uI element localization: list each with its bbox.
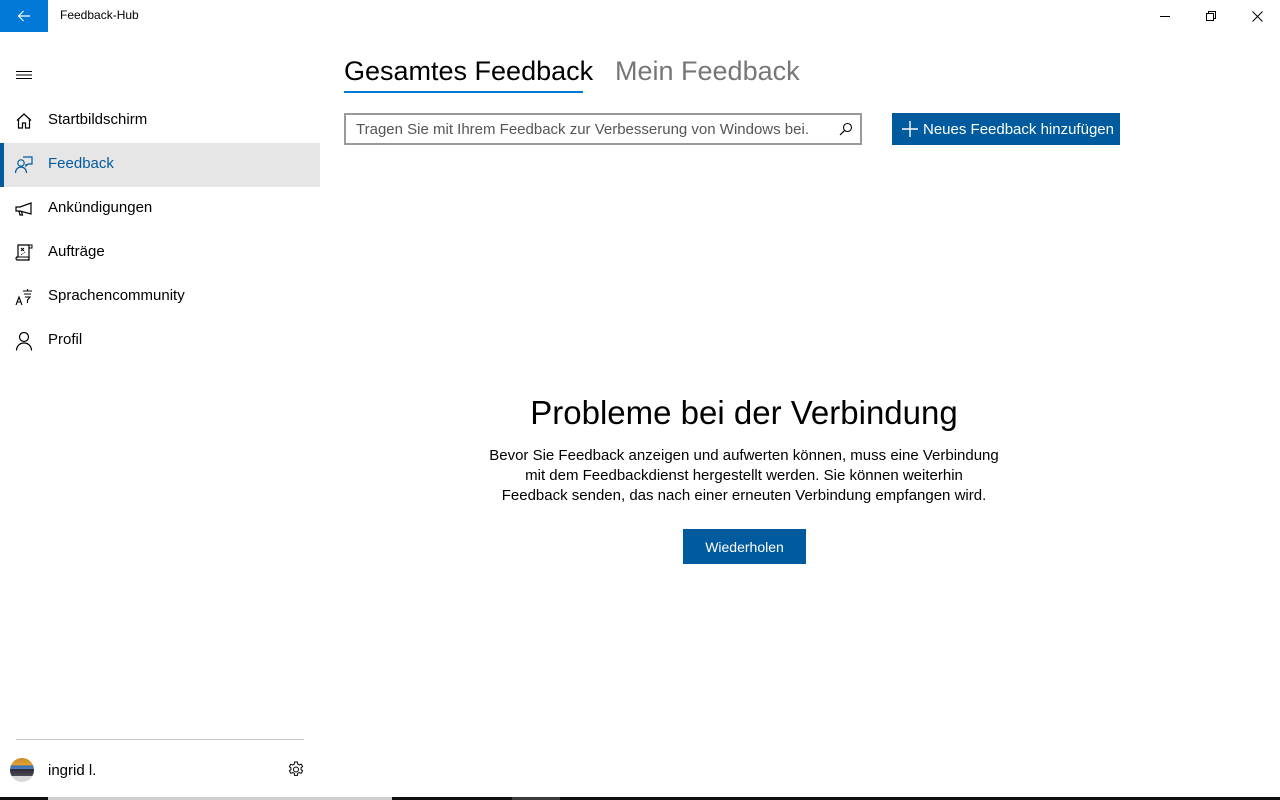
sidebar-item-label: Profil [48, 331, 83, 348]
sidebar-item-label: Feedback [48, 155, 114, 172]
person-icon [14, 331, 34, 351]
home-icon [14, 111, 34, 131]
selected-tab-indicator [344, 91, 583, 93]
title-bar: Feedback-Hub [0, 0, 1280, 32]
sidebar-item-label: Ankündigungen [48, 199, 153, 216]
error-message-line: Bevor Sie Feedback anzeigen und aufwerte… [489, 447, 999, 464]
sidebar-item-startbildschirm[interactable]: Startbildschirm [0, 99, 320, 143]
feedback-icon [14, 155, 34, 175]
retry-button[interactable]: Wiederholen [683, 529, 806, 564]
connection-error-title: Probleme bei der Verbindung [530, 394, 958, 431]
language-icon [14, 287, 34, 307]
tab-mein-feedback[interactable]: Mein Feedback [615, 56, 800, 87]
plus-icon [902, 121, 918, 137]
user-name: ingrid l. [48, 762, 97, 779]
sidebar-item-sprachencommunity[interactable]: Sprachencommunity [0, 275, 320, 319]
sidebar-item-label: Sprachencommunity [48, 287, 185, 304]
error-message-line: mit dem Feedbackdienst hergestellt werde… [525, 467, 963, 484]
add-new-feedback-button[interactable]: Neues Feedback hinzufügen [892, 113, 1120, 145]
close-icon [1251, 10, 1263, 22]
tab-gesamtes-feedback[interactable]: Gesamtes Feedback [344, 56, 593, 87]
avatar [10, 758, 34, 782]
error-message-line: Feedback senden, das nach einer erneuten… [501, 487, 987, 504]
quests-icon [14, 243, 34, 263]
megaphone-icon [14, 199, 34, 219]
back-button[interactable] [0, 0, 48, 32]
sidebar-item-label: Aufträge [48, 243, 105, 260]
sidebar-item-ankuendigungen[interactable]: Ankündigungen [0, 187, 320, 231]
search-input[interactable] [346, 115, 826, 143]
gear-icon [288, 761, 304, 776]
search-box [344, 113, 862, 145]
search-icon [839, 122, 853, 136]
minimize-icon [1160, 16, 1170, 17]
sidebar: Startbildschirm Feedback Ankündigungen A… [0, 32, 320, 798]
sidebar-divider [16, 739, 304, 740]
user-account-row[interactable]: ingrid l. [0, 750, 320, 790]
restore-button[interactable] [1188, 0, 1234, 32]
sidebar-item-profil[interactable]: Profil [0, 319, 320, 363]
sidebar-item-auftraege[interactable]: Aufträge [0, 231, 320, 275]
add-new-feedback-label: Neues Feedback hinzufügen [923, 120, 1114, 138]
hamburger-menu-button[interactable] [14, 68, 34, 82]
hamburger-icon [16, 71, 32, 79]
minimize-button[interactable] [1142, 0, 1188, 32]
close-button[interactable] [1234, 0, 1280, 32]
app-title: Feedback-Hub [60, 8, 139, 22]
settings-button[interactable] [286, 760, 306, 780]
sidebar-item-label: Startbildschirm [48, 111, 148, 128]
sidebar-item-feedback[interactable]: Feedback [0, 143, 320, 187]
search-button[interactable] [836, 119, 856, 139]
connection-error-message: Bevor Sie Feedback anzeigen und aufwerte… [484, 446, 1004, 506]
restore-icon [1206, 11, 1216, 21]
back-arrow-icon [17, 10, 30, 22]
